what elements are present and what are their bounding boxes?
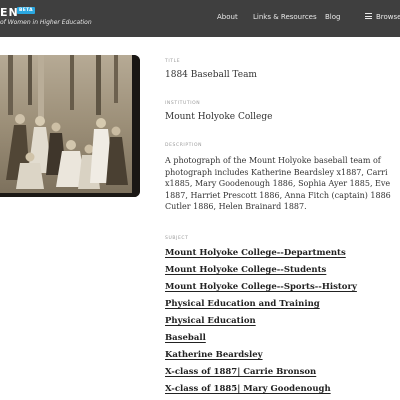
- description-line: A photograph of the Mount Holyoke baseba…: [165, 156, 381, 165]
- nav-blog[interactable]: Blog: [325, 13, 340, 21]
- beta-badge: BETA: [17, 7, 35, 14]
- subject-link[interactable]: Baseball: [165, 333, 206, 343]
- subject-link[interactable]: X-class of 1885| Mary Goodenough: [165, 384, 331, 394]
- nav-about[interactable]: About: [217, 13, 238, 21]
- menu-icon[interactable]: [365, 13, 372, 19]
- brand-subtitle: of Women in Higher Education: [0, 19, 92, 26]
- team-photograph: [0, 55, 140, 197]
- subject-link[interactable]: Katherine Beardsley: [165, 350, 263, 360]
- nav-links-resources[interactable]: Links & Resources: [253, 13, 317, 21]
- subject-link[interactable]: X-class of 1887| Carrie Bronson: [165, 367, 316, 377]
- site-header: EN BETA of Women in Higher Education Abo…: [0, 0, 400, 37]
- description-line: photograph includes Katherine Beardsley …: [165, 167, 388, 177]
- record-title: 1884 Baseball Team: [165, 70, 257, 80]
- subject-link[interactable]: Physical Education and Training: [165, 299, 320, 309]
- title-label: TITLE: [165, 59, 181, 64]
- description-line: 1887, Harriet Prescott 1886, Anna Fitch …: [165, 190, 391, 200]
- subject-link[interactable]: Physical Education: [165, 316, 256, 326]
- subject-label: SUBJECT: [165, 236, 189, 241]
- institution-label: INSTITUTION: [165, 101, 201, 106]
- subject-link[interactable]: Mount Holyoke College--Departments: [165, 248, 346, 258]
- record-description: A photograph of the Mount Holyoke baseba…: [165, 155, 400, 213]
- description-line: x1885, Mary Goodenough 1886, Sophia Ayer…: [165, 179, 391, 188]
- description-label: DESCRIPTION: [165, 143, 203, 148]
- description-line: Cutler 1886, Helen Brainard 1887.: [165, 202, 307, 211]
- record-institution: Mount Holyoke College: [165, 112, 273, 122]
- brand-name: EN: [0, 6, 19, 19]
- subject-link[interactable]: Mount Holyoke College--Students: [165, 265, 326, 275]
- nav-browse[interactable]: Browse: [376, 13, 400, 21]
- subject-link[interactable]: Mount Holyoke College--Sports--History: [165, 282, 357, 292]
- record-photo[interactable]: [0, 55, 140, 197]
